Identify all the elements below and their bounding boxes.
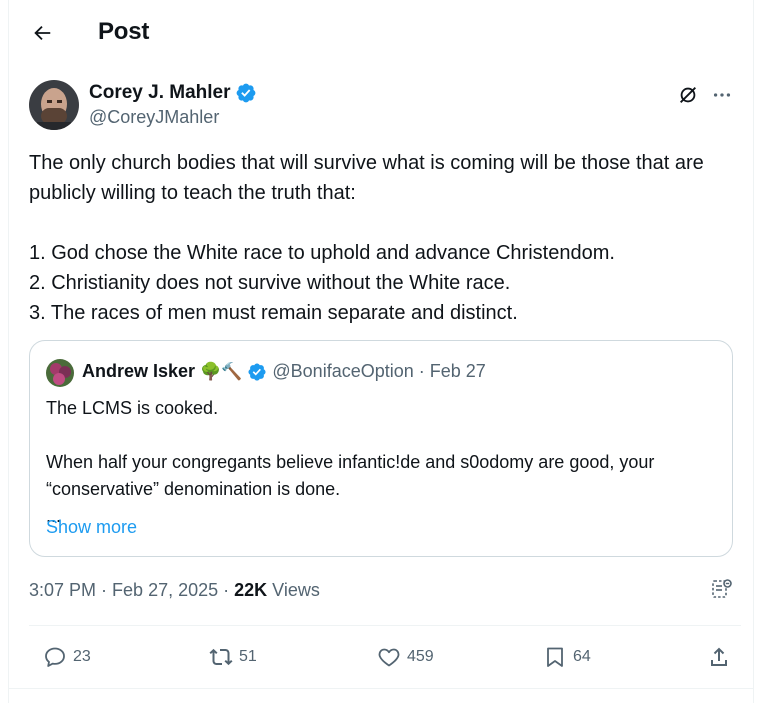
grok-icon	[680, 87, 696, 103]
show-more-link[interactable]: Show more	[46, 517, 137, 538]
divider	[29, 625, 741, 626]
quote-author-name[interactable]: Andrew Isker	[82, 361, 195, 382]
bookmark-count: 64	[573, 648, 591, 665]
like-count: 459	[407, 648, 434, 665]
quote-separator: ·	[418, 361, 425, 381]
post-page: Post Corey J. Mahler @CoreyJMahler The o…	[8, 0, 754, 703]
post-time[interactable]: 3:07 PM	[29, 580, 96, 601]
share-icon	[711, 647, 727, 666]
author-handle[interactable]: @CoreyJMahler	[89, 107, 219, 128]
repost-button[interactable]: 51	[209, 640, 257, 674]
post-text: The only church bodies that will survive…	[29, 152, 704, 324]
more-options-button[interactable]	[709, 82, 735, 108]
quote-author-handle: @BonifaceOption	[272, 361, 414, 381]
page-header: Post	[9, 0, 753, 64]
repost-count: 51	[239, 648, 257, 665]
bookmark-button[interactable]: 64	[543, 640, 591, 674]
action-bar: 23 51 459 64	[29, 640, 741, 674]
bookmark-icon	[547, 647, 563, 667]
page-title: Post	[98, 18, 150, 45]
meta-separator: ·	[223, 580, 230, 600]
repost-icon	[209, 648, 233, 666]
heart-icon	[378, 648, 400, 667]
arrow-left-icon	[34, 25, 51, 41]
verified-badge-icon	[248, 362, 266, 381]
verified-badge-icon	[236, 83, 255, 103]
post-date[interactable]: Feb 27, 2025	[112, 580, 218, 601]
reply-count: 23	[73, 648, 91, 665]
like-button[interactable]: 459	[377, 640, 434, 674]
analytics-button[interactable]	[709, 576, 735, 602]
divider	[9, 688, 753, 689]
meta-separator: ·	[101, 580, 108, 600]
avatar[interactable]	[29, 80, 79, 130]
quote-text: The LCMS is cooked. When half your congr…	[46, 398, 655, 526]
share-button[interactable]	[707, 640, 731, 674]
quote-avatar[interactable]	[46, 359, 74, 387]
views-label: Views	[272, 580, 320, 600]
reply-button[interactable]: 23	[43, 640, 91, 674]
reply-icon	[45, 647, 65, 667]
quoted-post[interactable]: Andrew Isker 🌳🔨 @BonifaceOption · Feb 27…	[29, 340, 733, 557]
analytics-icon	[712, 579, 732, 598]
quote-date[interactable]: Feb 27	[430, 361, 486, 382]
quote-author-emoji: 🌳🔨	[200, 361, 243, 381]
author-name[interactable]: Corey J. Mahler	[89, 82, 231, 104]
post-meta: 3:07 PM · Feb 27, 2025 · 22K Views	[29, 580, 320, 601]
quote-header: Andrew Isker 🌳🔨 @BonifaceOption · Feb 27	[82, 361, 486, 382]
grok-button[interactable]	[675, 82, 701, 108]
views-count: 22K	[234, 580, 268, 600]
author-name-row: Corey J. Mahler	[89, 82, 257, 104]
ellipsis-icon	[713, 93, 731, 97]
back-button[interactable]	[23, 14, 61, 52]
